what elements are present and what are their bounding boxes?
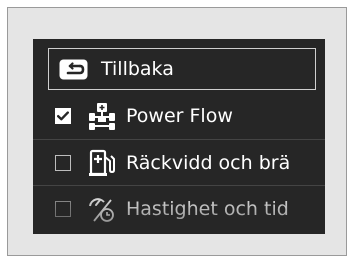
menu-item-label: Räckvidd och brä [126,151,291,174]
checkbox-unchecked[interactable] [55,200,71,217]
back-button[interactable]: Tillbaka [48,48,316,90]
checkbox-checked[interactable] [55,108,71,124]
power-flow-icon [87,101,117,131]
back-arrow-icon [59,59,88,80]
checkbox-unchecked[interactable] [55,154,71,171]
menu-item-range[interactable]: Räckvidd och brä [33,139,325,185]
menu-item-label: Hastighet och tid [126,197,289,220]
menu-item-label: Power Flow [126,105,233,127]
menu-item-speed-time[interactable]: Hastighet och tid [33,185,325,231]
back-label: Tillbaka [101,58,174,80]
fuel-pump-icon [87,148,117,178]
speed-time-icon [87,194,117,224]
display-screen: Tillbaka Power Flow Räckvidd och brä Has… [33,39,325,234]
menu-item-power-flow[interactable]: Power Flow [33,93,325,139]
